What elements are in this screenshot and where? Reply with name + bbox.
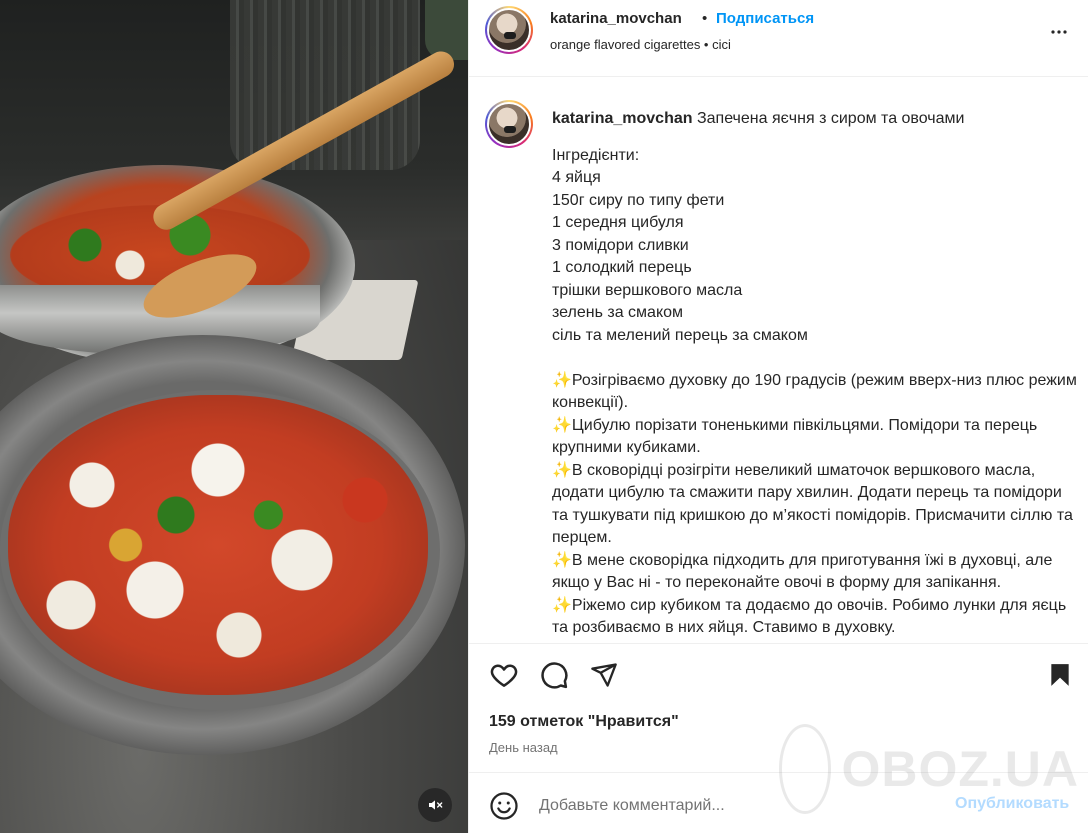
background-plant [425, 0, 468, 60]
like-button[interactable] [489, 660, 519, 690]
audio-track[interactable]: orange flavored cigarettes • cici [550, 37, 731, 52]
post-image[interactable] [0, 0, 468, 833]
caption-body: Інгредієнти: 4 яйця 150г сиру по типу фе… [552, 146, 1077, 637]
publish-button[interactable]: Опубликовать [955, 795, 1069, 813]
caption-text: katarina_movchan Запечена яєчня з сиром … [552, 108, 1082, 640]
save-button[interactable] [1045, 660, 1075, 690]
heart-icon [490, 664, 518, 687]
sound-off-icon [429, 800, 443, 810]
author-avatar[interactable] [485, 6, 533, 54]
post-header: katarina_movchan • Подписаться orange fl… [469, 0, 1088, 77]
emoji-icon [490, 792, 518, 820]
like-count[interactable]: 159 отметок "Нравится" [489, 713, 679, 731]
post-caption: katarina_movchan Запечена яєчня з сиром … [469, 78, 1088, 643]
more-options-button[interactable] [1047, 20, 1071, 44]
caption-avatar[interactable] [485, 100, 533, 148]
caption-username[interactable]: katarina_movchan [552, 110, 693, 127]
send-icon [591, 663, 617, 687]
comment-input[interactable] [539, 793, 939, 819]
post-date[interactable]: День назад [489, 740, 558, 755]
follow-button[interactable]: Подписаться [716, 10, 814, 27]
mute-button[interactable] [418, 788, 452, 822]
caption-title: Запечена яєчня з сиром та овочами [692, 110, 965, 127]
comment-bar: Опубликовать [469, 773, 1088, 833]
comment-icon [541, 662, 568, 689]
baked-eggs-dish [8, 395, 428, 695]
bookmark-icon [1051, 664, 1069, 686]
post-side-panel: katarina_movchan • Подписаться orange fl… [468, 0, 1088, 833]
emoji-button[interactable] [489, 791, 519, 821]
more-icon [1051, 30, 1067, 34]
separator-dot: • [702, 10, 708, 27]
author-username[interactable]: katarina_movchan [550, 10, 682, 27]
share-button[interactable] [589, 660, 619, 690]
post-actions: 159 отметок "Нравится" День назад OBOZ.U… [469, 643, 1088, 814]
comment-button[interactable] [539, 660, 569, 690]
